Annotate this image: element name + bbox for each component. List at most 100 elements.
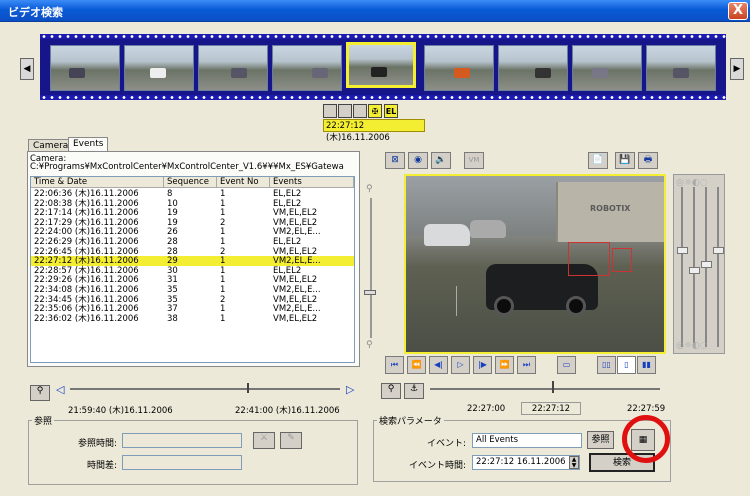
column-header-event-no[interactable]: Event No: [217, 177, 270, 188]
filmstrip-thumbnail[interactable]: [424, 45, 494, 91]
step-back-button[interactable]: ◀|: [429, 356, 448, 374]
event-marker-el[interactable]: EL: [384, 104, 398, 118]
print-button[interactable]: 🖶: [638, 152, 658, 169]
table-cell: 22:27:12 (木)16.11.2006: [34, 256, 139, 267]
timeline-left-track[interactable]: [70, 388, 340, 390]
filmstrip-thumbnail[interactable]: [272, 45, 342, 91]
first-button[interactable]: ⏮: [385, 356, 404, 374]
event-field[interactable]: All Events: [472, 433, 582, 448]
video-frame[interactable]: ROBOTIX: [404, 174, 666, 354]
event-marker[interactable]: [338, 104, 352, 118]
event-time-label: イベント時間:: [408, 461, 466, 471]
filmstrip-prev-button[interactable]: ◀: [20, 58, 34, 80]
reference-group: [28, 420, 358, 485]
timeline-end-marker[interactable]: ▷: [346, 383, 354, 396]
table-row[interactable]: 22:29:26 (木)16.11.2006 31 1 VM,EL,EL2: [31, 275, 354, 285]
table-cell: EL,EL2: [273, 265, 302, 276]
filmstrip-holes-bottom: [40, 95, 726, 100]
close-button[interactable]: X: [728, 2, 748, 20]
table-cell: 19: [167, 217, 178, 228]
table-row[interactable]: 22:34:08 (木)16.11.2006 35 1 VM2,EL,E...: [31, 285, 354, 295]
timeline-start-marker[interactable]: ◁: [56, 383, 64, 396]
table-row[interactable]: 22:06:36 (木)16.11.2006 8 1 EL,EL2: [31, 189, 354, 199]
event-marker[interactable]: [323, 104, 337, 118]
zoom-slider[interactable]: [370, 198, 372, 338]
column-header-time[interactable]: Time & Date: [31, 177, 164, 188]
table-row[interactable]: 22:26:29 (木)16.11.2006 28 1 EL,EL2: [31, 237, 354, 247]
ref-clear-button[interactable]: ✎: [280, 432, 302, 449]
audio-button[interactable]: 🔉: [431, 152, 451, 169]
last-button[interactable]: ⏭: [517, 356, 536, 374]
view-stop-button[interactable]: ▮▮: [637, 356, 656, 374]
table-cell: 1: [220, 304, 226, 315]
table-row[interactable]: 22:35:06 (木)16.11.2006 37 1 VM2,EL,E...: [31, 304, 354, 314]
timeline-right-cursor[interactable]: [552, 381, 554, 393]
zoom-in-icon[interactable]: ⚲: [366, 184, 373, 194]
step-forward-button[interactable]: |▶: [473, 356, 492, 374]
fast-forward-button[interactable]: ⏩: [495, 356, 514, 374]
filmstrip-thumbnail[interactable]: [498, 45, 568, 91]
right-timeline-tool-button[interactable]: ⚲: [381, 383, 401, 399]
vm-button[interactable]: VM: [464, 152, 484, 169]
table-cell: 2: [220, 217, 226, 228]
rewind-button[interactable]: ⏪: [407, 356, 426, 374]
record-button[interactable]: ◉: [408, 152, 428, 169]
event-marker-vm[interactable]: ✠: [368, 104, 382, 118]
zoom-out-icon[interactable]: ⚲: [366, 340, 373, 350]
table-cell: 1: [220, 265, 226, 276]
timeline-left-end: 22:41:00 (木)16.11.2006: [235, 406, 340, 416]
tab-events[interactable]: Events: [68, 137, 109, 152]
filmstrip-thumbnail[interactable]: [646, 45, 716, 91]
table-cell: VM,EL,EL2: [273, 313, 318, 324]
table-cell: 30: [167, 265, 178, 276]
table-cell: 1: [220, 285, 226, 295]
video-car-silver: [470, 220, 506, 238]
table-cell: VM,EL,EL2: [273, 246, 318, 257]
ref-set-button[interactable]: ⚔: [253, 432, 275, 449]
event-marker[interactable]: [353, 104, 367, 118]
zoom-slider-thumb[interactable]: [364, 290, 376, 295]
table-cell: 1: [220, 208, 226, 219]
filmstrip-thumbnail[interactable]: [572, 45, 642, 91]
play-button[interactable]: ▷: [451, 356, 470, 374]
event-time-spinner[interactable]: ▲ ▼: [569, 456, 579, 469]
right-timeline-bookmark-button[interactable]: ⚓: [404, 383, 424, 399]
timeline-left-start: 21:59:40 (木)16.11.2006: [68, 406, 173, 416]
filmstrip-thumbnail[interactable]: [346, 42, 416, 88]
event-time-field[interactable]: 22:27:12 16.11.2006: [472, 455, 580, 470]
table-cell: VM,EL,EL2: [273, 208, 318, 219]
table-cell: 22:29:26 (木)16.11.2006: [34, 275, 139, 286]
table-row[interactable]: 22:36:02 (木)16.11.2006 38 1 VM,EL,EL2: [31, 314, 354, 324]
filmstrip-thumbnail[interactable]: [124, 45, 194, 91]
column-header-events[interactable]: Events: [270, 177, 354, 188]
table-cell: VM2,EL,E...: [273, 227, 321, 238]
view-single-button[interactable]: ▯▯: [597, 356, 616, 374]
save-button[interactable]: 💾: [615, 152, 635, 169]
column-header-sequence[interactable]: Sequence: [164, 177, 217, 188]
filmstrip-thumbnail[interactable]: [50, 45, 120, 91]
browse-button[interactable]: 参照: [587, 431, 614, 449]
export-button[interactable]: 📄: [588, 152, 608, 169]
time-diff-label: 時間差:: [86, 461, 117, 471]
table-cell: 22:06:36 (木)16.11.2006: [34, 189, 139, 199]
view-pause-button[interactable]: ▯: [617, 356, 636, 374]
table-cell: 1: [220, 313, 226, 324]
timeline-right-track[interactable]: [430, 388, 660, 390]
filmstrip-next-button[interactable]: ▶: [730, 58, 744, 80]
layout-button[interactable]: ▭: [557, 356, 576, 374]
table-cell: 37: [167, 304, 178, 315]
table-row[interactable]: 22:27:12 (木)16.11.2006 29 1 VM2,EL,E...: [31, 256, 354, 267]
timeline-left-cursor[interactable]: [247, 383, 249, 393]
ref-time-field[interactable]: [122, 433, 242, 448]
table-cell: EL,EL2: [273, 237, 302, 247]
table-cell: 10: [167, 198, 178, 209]
table-row[interactable]: 22:24:00 (木)16.11.2006 26 1 VM2,EL,E...: [31, 227, 354, 237]
timeline-tool-button[interactable]: ⚲: [30, 385, 50, 401]
table-cell: VM2,EL,E...: [273, 285, 321, 295]
title-bar: [0, 0, 750, 22]
table-cell: 2: [220, 294, 226, 305]
table-row[interactable]: 22:17:14 (木)16.11.2006 19 1 VM,EL,EL2: [31, 208, 354, 218]
zoom-button[interactable]: ⊠: [385, 152, 405, 169]
filmstrip-thumbnail[interactable]: [198, 45, 268, 91]
table-cell: EL,EL2: [273, 189, 302, 199]
